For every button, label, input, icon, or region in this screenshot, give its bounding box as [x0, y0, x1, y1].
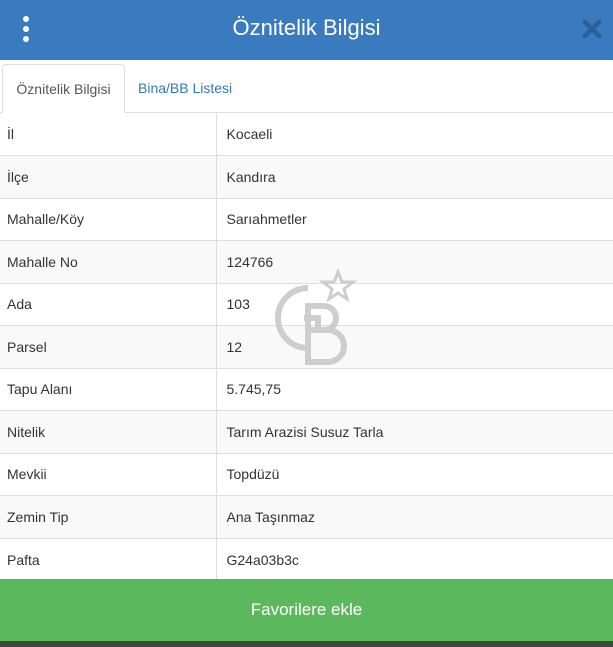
- attribute-key: İl: [0, 113, 217, 156]
- attribute-key: Ada: [0, 282, 217, 326]
- background-strip: [0, 641, 613, 647]
- table-row: Tapu Alanı 5.745,75: [0, 367, 613, 411]
- attribute-value: Topdüzü: [216, 452, 613, 496]
- attribute-key: Zemin Tip: [0, 495, 217, 538]
- table-row: Mevkii Topdüzü: [0, 452, 613, 496]
- attribute-value: Sarıahmetler: [216, 197, 613, 241]
- table-row: Mahalle No 124766: [0, 240, 613, 283]
- table-row: İlçe Kandıra: [0, 155, 613, 198]
- attribute-key: Nitelik: [0, 410, 217, 453]
- tab-oznitelik-bilgisi[interactable]: Öznitelik Bilgisi: [2, 64, 125, 113]
- attribute-key: Parsel: [0, 325, 217, 368]
- table-row: Parsel 12: [0, 325, 613, 368]
- add-to-favorites-button[interactable]: Favorilere ekle: [0, 579, 613, 641]
- attribute-key: Pafta: [0, 537, 217, 581]
- tab-bar: Öznitelik Bilgisi Bina/BB Listesi: [0, 60, 613, 113]
- attribute-key: İlçe: [0, 155, 217, 198]
- table-row: Mahalle/Köy Sarıahmetler: [0, 197, 613, 241]
- attribute-value: Ana Taşınmaz: [216, 495, 613, 538]
- attribute-value: 12: [216, 325, 613, 368]
- attribute-value: Tarım Arazisi Susuz Tarla: [216, 410, 613, 453]
- table-row: Ada 103: [0, 282, 613, 326]
- table-row: Zemin Tip Ana Taşınmaz: [0, 495, 613, 538]
- attribute-key: Mahalle/Köy: [0, 197, 217, 241]
- attribute-key: Mevkii: [0, 452, 217, 496]
- attribute-key: Mahalle No: [0, 240, 217, 283]
- dialog-header: Öznitelik Bilgisi: [0, 0, 613, 60]
- attribute-value: 103: [216, 282, 613, 326]
- attribute-table: İl Kocaeli İlçe Kandıra Mahalle/Köy Sarıahm…: [0, 113, 613, 581]
- attribute-value: 124766: [216, 240, 613, 283]
- attribute-value: Kandıra: [216, 155, 613, 198]
- attribute-value: 5.745,75: [216, 367, 613, 411]
- dialog-title: Öznitelik Bilgisi: [232, 15, 381, 40]
- attribute-key: Tapu Alanı: [0, 367, 217, 411]
- table-row: Nitelik Tarım Arazisi Susuz Tarla: [0, 410, 613, 453]
- attribute-value: G24a03b3c: [216, 537, 613, 581]
- table-row: İl Kocaeli: [0, 113, 613, 156]
- tab-bina-bb-listesi[interactable]: Bina/BB Listesi: [128, 64, 242, 112]
- table-row: Pafta G24a03b3c: [0, 537, 613, 581]
- attribute-value: Kocaeli: [226, 126, 273, 142]
- close-icon[interactable]: [581, 18, 603, 40]
